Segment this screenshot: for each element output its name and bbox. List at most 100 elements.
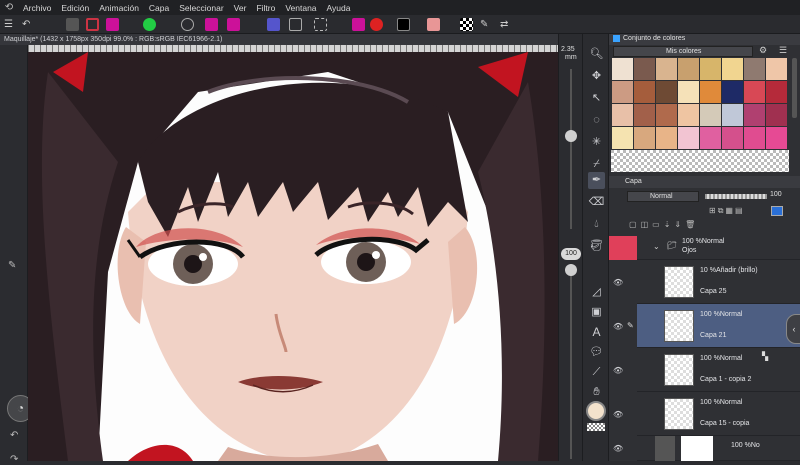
merge-icon[interactable]: ⇓ <box>674 220 685 229</box>
visibility-toggle-folder[interactable] <box>609 236 623 260</box>
operation-icon[interactable]: ↖ <box>588 90 605 107</box>
menu-animacion[interactable]: Animación <box>94 3 144 13</box>
color-swatch[interactable] <box>744 58 765 80</box>
app-logo-icon[interactable]: ⟲ <box>0 2 18 13</box>
layer-folder-ojos[interactable]: ⌄ 📁︎ 100 %Normal Ojos <box>637 236 800 260</box>
layer-row[interactable]: 👁︎ 100 %No <box>613 436 800 461</box>
color-swatch[interactable] <box>700 127 721 149</box>
color-swatch[interactable] <box>656 81 677 103</box>
gradient-icon[interactable]: ▣ <box>588 304 605 321</box>
fill-color-icon[interactable] <box>205 18 218 31</box>
color-swatch[interactable] <box>612 127 633 149</box>
layer-opacity-slider[interactable] <box>705 194 767 199</box>
menu-ayuda[interactable]: Ayuda <box>322 3 356 13</box>
text-icon[interactable]: A <box>588 324 605 341</box>
layer-row[interactable]: 👁︎ 10 %Añadir (brillo) Capa 25 <box>613 260 800 304</box>
color-set-scrollbar[interactable] <box>792 58 797 118</box>
transparent-swatch[interactable] <box>587 423 605 431</box>
main-color-circle[interactable] <box>586 401 606 421</box>
menu-archivo[interactable]: Archivo <box>18 3 56 13</box>
transfer-icon[interactable]: ⇣ <box>664 220 675 229</box>
color-swatch[interactable] <box>722 104 743 126</box>
layer-row[interactable]: 👁︎ 100 %Normal Capa 1 - copia 2 ▚ <box>613 348 800 392</box>
color-swatch[interactable] <box>766 81 787 103</box>
eye-icon[interactable]: 👁︎ <box>613 278 623 287</box>
color-swatch[interactable] <box>656 127 677 149</box>
hand-icon[interactable]: ✋︎ <box>588 384 605 401</box>
layers-stack-icon[interactable] <box>289 18 302 31</box>
selection-icon[interactable] <box>314 18 327 31</box>
menu-ventana[interactable]: Ventana <box>280 3 321 13</box>
ref-icon[interactable]: ▦ <box>725 206 735 215</box>
layer-tab[interactable]: Capa <box>625 178 642 185</box>
menu-filtro[interactable]: Filtro <box>251 3 280 13</box>
color-swatch[interactable] <box>700 104 721 126</box>
drawing-canvas[interactable] <box>28 52 558 461</box>
layer-color-icon[interactable] <box>771 206 783 216</box>
figure-icon[interactable]: ◿ <box>588 284 605 301</box>
color-swatch[interactable] <box>678 104 699 126</box>
menu-seleccionar[interactable]: Seleccionar <box>174 3 228 13</box>
color-set-menu-icon[interactable]: ☰ <box>779 45 787 56</box>
new-layer-icon[interactable]: ▢ <box>629 220 641 229</box>
eraser-swap-icon[interactable]: ⇄ <box>500 18 513 31</box>
lasso-icon[interactable]: ◌ <box>588 112 605 129</box>
fill-tool-icon[interactable]: 🪣︎ <box>588 238 605 255</box>
color-swatch[interactable] <box>678 127 699 149</box>
panel-collapse-button[interactable]: ‹ <box>786 314 800 344</box>
color-swatch[interactable] <box>612 104 633 126</box>
menu-edicion[interactable]: Edición <box>56 3 94 13</box>
canvas-tab[interactable]: Maquillaje* (1432 x 1758px 350dpi 99.0% … <box>0 34 558 45</box>
sub-color-swatch[interactable] <box>427 18 440 31</box>
layer-row-selected[interactable]: 👁︎ ✎ 100 %Normal Capa 21 ≡ <box>613 304 800 348</box>
menu-ver[interactable]: Ver <box>229 3 252 13</box>
add-selection-icon[interactable] <box>352 18 365 31</box>
blend-mode-dropdown[interactable]: Normal <box>627 191 699 202</box>
color-swatch[interactable] <box>634 127 655 149</box>
record-icon[interactable] <box>370 18 383 31</box>
eye-icon[interactable]: 👁︎ <box>613 366 623 375</box>
opacity-track[interactable] <box>570 264 572 459</box>
zoom-icon[interactable]: 🔍︎ <box>588 46 605 63</box>
color-swatch[interactable] <box>744 81 765 103</box>
eyedropper-icon[interactable]: ✎ <box>480 18 493 31</box>
stroke-color-icon[interactable] <box>227 18 240 31</box>
color-mode-icon[interactable] <box>106 18 119 31</box>
color-swatch[interactable] <box>722 81 743 103</box>
color-swatch[interactable] <box>612 58 633 80</box>
brush-size-track[interactable] <box>570 69 572 229</box>
color-swatch[interactable] <box>744 127 765 149</box>
color-set-dropdown[interactable]: Mis colores <box>613 46 753 57</box>
color-swatch[interactable] <box>766 104 787 126</box>
main-color-swatch[interactable] <box>397 18 410 31</box>
color-swatch[interactable] <box>678 81 699 103</box>
brush-icon[interactable]: ✎ <box>8 260 16 271</box>
clear-icon[interactable] <box>66 18 79 31</box>
color-swatch[interactable] <box>678 58 699 80</box>
line-correction-icon[interactable]: ⟋ <box>588 364 605 381</box>
eye-icon[interactable]: 👁︎ <box>613 322 623 331</box>
eye-icon[interactable]: 👁︎ <box>613 444 623 453</box>
opacity-thumb[interactable] <box>565 264 577 276</box>
eraser-icon[interactable]: ⌫ <box>588 194 605 211</box>
mask-icon[interactable]: ▤ <box>735 206 745 215</box>
undo-icon[interactable]: ↶ <box>22 18 35 31</box>
new-folder-icon[interactable]: ▭ <box>652 220 664 229</box>
move-icon[interactable]: ✥ <box>588 68 605 85</box>
blend-icon[interactable]: 💧︎ <box>588 216 605 233</box>
color-swatch[interactable] <box>656 104 677 126</box>
color-swatch[interactable] <box>612 81 633 103</box>
magic-wand-icon[interactable]: ✳ <box>588 134 605 151</box>
color-swatch[interactable] <box>722 127 743 149</box>
ruler-icon[interactable] <box>267 18 280 31</box>
pen-tool-icon[interactable]: ✒ <box>588 172 605 189</box>
compass-icon[interactable] <box>181 18 194 31</box>
delete-layer-icon[interactable]: 🗑︎ <box>685 220 699 229</box>
color-swatch[interactable] <box>634 104 655 126</box>
eyedropper-tool-icon[interactable]: ⌿ <box>588 156 605 173</box>
lock-icon[interactable]: ⊞ <box>709 206 718 215</box>
transparent-swatch-row[interactable] <box>611 150 789 172</box>
layer-row[interactable]: 👁︎ 100 %Normal Capa 15 - copia <box>613 392 800 436</box>
color-swatch[interactable] <box>766 58 787 80</box>
lock-toggle-folder[interactable] <box>623 236 637 260</box>
